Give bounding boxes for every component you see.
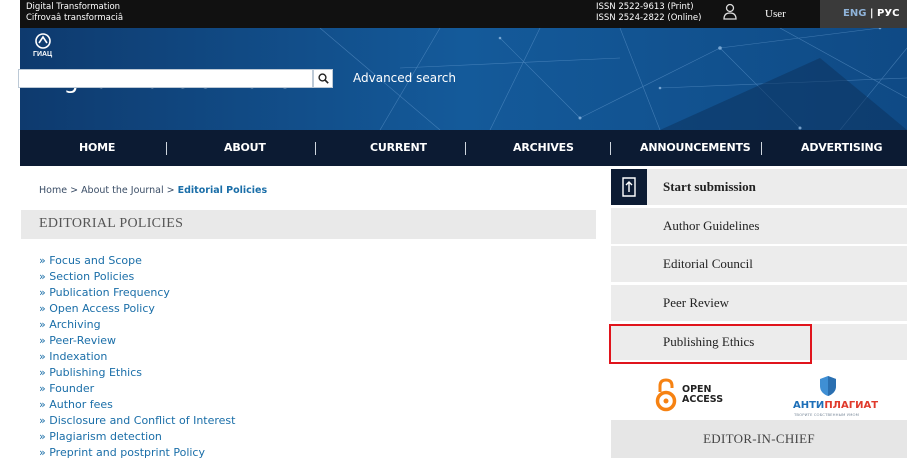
page-title: EDITORIAL POLICIES <box>39 216 184 231</box>
policy-link-archiving[interactable]: » Archiving <box>39 317 235 333</box>
journal-name-en: Digital Transformation <box>26 2 121 12</box>
search-icon <box>317 73 329 84</box>
issn-info: ISSN 2522-9613 (Print) ISSN 2524-2822 (O… <box>596 2 701 24</box>
policy-link-publication-frequency[interactable]: » Publication Frequency <box>39 285 235 301</box>
nav-archives[interactable]: ARCHIVES <box>513 130 574 166</box>
user-link[interactable]: User <box>765 8 786 20</box>
language-switcher: ENG | РУС <box>820 0 907 28</box>
journal-name-translit: Cifrovaâ transformaciâ <box>26 13 124 23</box>
advanced-search-link[interactable]: Advanced search <box>353 71 456 85</box>
breadcrumb-separator: > <box>67 185 82 196</box>
top-bar: Digital Transformation Cifrovaâ transfor… <box>20 0 907 28</box>
lang-ru-link[interactable]: РУС <box>877 8 899 19</box>
policy-link-open-access[interactable]: » Open Access Policy <box>39 301 235 317</box>
nav-separator <box>315 142 316 155</box>
editor-in-chief-label: EDITOR-IN-CHIEF <box>703 431 815 446</box>
sidebar-item-label: Peer Review <box>663 295 730 310</box>
open-access-lock-icon[interactable] <box>655 378 677 412</box>
editor-in-chief-heading: EDITOR-IN-CHIEF <box>611 420 907 458</box>
policy-link-preprint[interactable]: » Preprint and postprint Policy <box>39 445 235 458</box>
open-access-badge[interactable]: OPEN ACCESS <box>682 385 723 405</box>
policy-link-section-policies[interactable]: » Section Policies <box>39 269 235 285</box>
sidebar-item-publishing-ethics[interactable]: Publishing Ethics <box>611 324 907 360</box>
sidebar-item-label: Editorial Council <box>663 256 753 271</box>
sidebar-item-label: Author Guidelines <box>663 218 760 233</box>
nav-announcements[interactable]: ANNOUNCEMENTS <box>640 130 751 166</box>
issn-online: ISSN 2524-2822 (Online) <box>596 13 702 23</box>
sidebar-item-label: Publishing Ethics <box>663 334 755 349</box>
giac-logo-icon <box>35 33 51 49</box>
nav-about[interactable]: ABOUT <box>224 130 266 166</box>
nav-current[interactable]: CURRENT <box>370 130 427 166</box>
breadcrumb-current: Editorial Policies <box>177 185 268 196</box>
nav-home[interactable]: HOME <box>79 130 115 166</box>
nav-separator <box>610 142 611 155</box>
policy-link-author-fees[interactable]: » Author fees <box>39 397 235 413</box>
giac-logo-text: ГИАЦ <box>33 51 53 58</box>
antiplagiat-tagline: ТВОРИТЕ СОБСТВЕННЫМ УМОМ <box>794 412 859 417</box>
policy-link-indexation[interactable]: » Indexation <box>39 349 235 365</box>
badges: OPEN ACCESS АНТИПЛАГИАТ ТВОРИТЕ СОБСТВЕН… <box>655 375 885 420</box>
policy-link-founder[interactable]: » Founder <box>39 381 235 397</box>
sidebar-item-editorial-council[interactable]: Editorial Council <box>611 246 907 282</box>
start-submission-label: Start submission <box>663 179 756 194</box>
open-access-line2: ACCESS <box>682 394 724 405</box>
sidebar-item-author-guidelines[interactable]: Author Guidelines <box>611 208 907 244</box>
breadcrumb-separator: > <box>163 185 178 196</box>
antiplagiat-logo-text: АНТИПЛАГИАТ <box>793 400 878 411</box>
policy-link-plagiarism[interactable]: » Plagiarism detection <box>39 429 235 445</box>
nav-separator <box>465 142 466 155</box>
shield-icon <box>820 376 836 396</box>
nav-separator <box>761 142 762 155</box>
main-nav: HOME ABOUT CURRENT ARCHIVES ANNOUNCEMENT… <box>20 130 907 166</box>
start-submission-button[interactable]: Start submission <box>611 169 907 205</box>
policy-link-peer-review[interactable]: » Peer-Review <box>39 333 235 349</box>
antiplagiat-part1: АНТИ <box>793 400 825 411</box>
breadcrumb-home[interactable]: Home <box>39 185 67 196</box>
sidebar-item-peer-review[interactable]: Peer Review <box>611 285 907 321</box>
search-input[interactable] <box>18 69 313 88</box>
submission-icon-box <box>611 169 647 205</box>
page-title-bar: EDITORIAL POLICIES <box>21 210 596 239</box>
search-button[interactable] <box>313 69 333 88</box>
policy-list: » Focus and Scope » Section Policies » P… <box>39 253 235 458</box>
lang-en-link[interactable]: ENG <box>843 8 866 19</box>
nav-advertising[interactable]: ADVERTISING <box>801 130 882 166</box>
nav-separator <box>166 142 167 155</box>
policy-link-disclosure[interactable]: » Disclosure and Conflict of Interest <box>39 413 235 429</box>
upload-document-icon <box>622 177 636 197</box>
journal-name: Digital Transformation Cifrovaâ transfor… <box>26 2 123 24</box>
breadcrumb: Home > About the Journal > Editorial Pol… <box>39 185 267 196</box>
user-icon[interactable] <box>723 3 737 21</box>
policy-link-focus-scope[interactable]: » Focus and Scope <box>39 253 235 269</box>
antiplagiat-part2: ПЛАГИАТ <box>824 400 879 411</box>
policy-link-publishing-ethics[interactable]: » Publishing Ethics <box>39 365 235 381</box>
lang-separator: | <box>866 8 878 19</box>
issn-print: ISSN 2522-9613 (Print) <box>596 2 694 12</box>
antiplagiat-badge[interactable]: АНТИПЛАГИАТ ТВОРИТЕ СОБСТВЕННЫМ УМОМ <box>793 375 885 420</box>
breadcrumb-about[interactable]: About the Journal <box>81 185 164 196</box>
